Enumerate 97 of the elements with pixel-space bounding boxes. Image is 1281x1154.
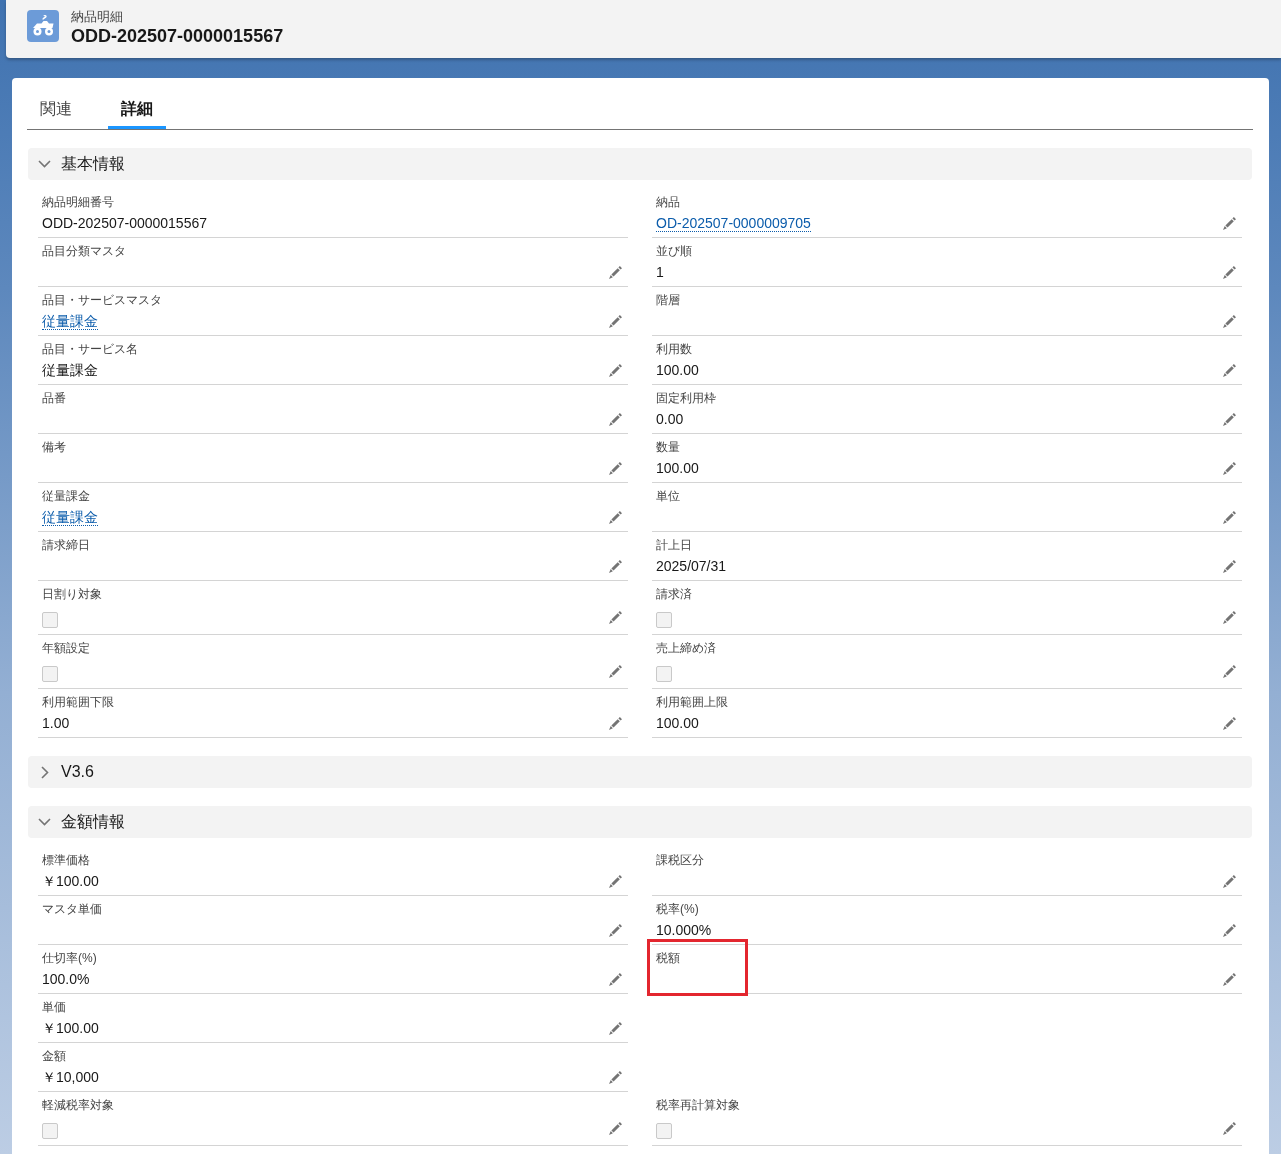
pencil-icon[interactable] [609,1122,622,1135]
pencil-icon[interactable] [1223,216,1236,230]
checkbox[interactable] [656,666,672,682]
field-label: 計上日 [656,537,693,554]
field-label: 利用範囲上限 [656,694,729,711]
field-label: 税額 [656,950,681,967]
field-label: 納品 [656,194,681,211]
pencil-icon[interactable] [609,363,622,377]
record-link[interactable]: 従量課金 [42,509,98,526]
field-label: 税率再計算対象 [656,1097,741,1114]
field-label: 利用数 [656,341,693,358]
pencil-icon[interactable] [1223,874,1236,888]
field-label: 従量課金 [42,488,91,505]
field-label: 備考 [42,439,67,456]
field-label: 売上締め済 [656,640,717,657]
pencil-icon[interactable] [1223,265,1236,279]
field-value: 0.00 [656,410,685,429]
pencil-icon[interactable] [609,314,622,328]
field-label: 品目・サービスマスタ [42,292,163,309]
field-label: 仕切率(%) [42,950,98,967]
field-value: 100.00 [656,714,700,733]
field-value: 1.00 [42,714,71,733]
chevron-down-icon [38,818,51,826]
field-label: 課税区分 [656,852,705,869]
pencil-icon[interactable] [609,1070,622,1084]
section-header[interactable]: 金額情報 [28,806,1252,838]
checkbox[interactable] [42,666,58,682]
pencil-icon[interactable] [609,611,622,624]
tab[interactable]: 詳細 [108,89,166,129]
field-label: 標準価格 [42,852,91,869]
field-value: 1 [656,263,665,282]
field-label: 品目・サービス名 [42,341,139,358]
field-value: ODD-202507-0000015567 [42,214,208,233]
pencil-icon[interactable] [1223,611,1236,624]
field-value: 100.00 [656,459,700,478]
field-label: 請求締日 [42,537,91,554]
pencil-icon[interactable] [609,559,622,573]
pencil-icon[interactable] [609,412,622,426]
checkbox[interactable] [42,1123,58,1139]
field-label: 品番 [42,390,67,407]
pencil-icon[interactable] [1223,1122,1236,1135]
record-link[interactable]: OD-202507-0000009705 [656,215,811,232]
pencil-icon[interactable] [1223,510,1236,524]
pencil-icon[interactable] [1223,923,1236,937]
section-header[interactable]: V3.6 [28,756,1252,788]
pencil-icon[interactable] [1223,716,1236,730]
field-label: 数量 [656,439,681,456]
pencil-icon[interactable] [609,874,622,888]
pencil-icon[interactable] [609,665,622,678]
pencil-icon[interactable] [609,510,622,524]
chevron-down-icon [38,160,51,168]
checkbox[interactable] [42,612,58,628]
record-title: ODD-202507-0000015567 [71,25,284,47]
field-value: ￥100.00 [42,1019,100,1038]
field-label: 固定利用枠 [656,390,717,407]
chevron-right-icon [41,765,49,779]
pencil-icon[interactable] [609,972,622,986]
object-type-label: 納品明細 [71,9,124,25]
pencil-icon[interactable] [609,716,622,730]
pencil-icon[interactable] [1223,461,1236,475]
pencil-icon[interactable] [1223,314,1236,328]
field-label: 請求済 [656,586,693,603]
field-value: 100.0% [42,970,91,989]
record-link[interactable]: 従量課金 [42,313,98,330]
field-value: 従量課金 [42,361,99,380]
field-value: ￥100.00 [42,872,100,891]
pencil-icon[interactable] [1223,363,1236,377]
field-label: 並び順 [656,243,693,260]
pencil-icon[interactable] [609,923,622,937]
field-value: 10.000% [656,921,713,940]
field-label: 日割り対象 [42,586,103,603]
pencil-icon[interactable] [609,461,622,475]
field-value: 2025/07/31 [656,557,728,576]
pencil-icon[interactable] [1223,665,1236,678]
pencil-icon[interactable] [609,265,622,279]
field-label: 品目分類マスタ [42,243,127,260]
section-header[interactable]: 基本情報 [28,148,1252,180]
field-label: 軽減税率対象 [42,1097,115,1114]
field-label: 金額 [42,1048,67,1065]
tab[interactable]: 関連 [27,89,85,129]
pencil-icon[interactable] [1223,972,1236,986]
field-label: 単位 [656,488,681,505]
pencil-icon[interactable] [1223,559,1236,573]
field-label: 単価 [42,999,67,1016]
pencil-icon[interactable] [1223,412,1236,426]
pencil-icon[interactable] [609,1021,622,1035]
field-label: 年額設定 [42,640,91,657]
field-label: マスタ単価 [42,901,103,918]
field-value: 100.00 [656,361,700,380]
checkbox[interactable] [656,612,672,628]
vehicle-icon [27,10,59,42]
field-label: 階層 [656,292,681,309]
field-value: ￥10,000 [42,1068,100,1087]
field-label: 納品明細番号 [42,194,115,211]
field-label: 税率(%) [656,901,700,918]
checkbox[interactable] [656,1123,672,1139]
field-label: 利用範囲下限 [42,694,115,711]
